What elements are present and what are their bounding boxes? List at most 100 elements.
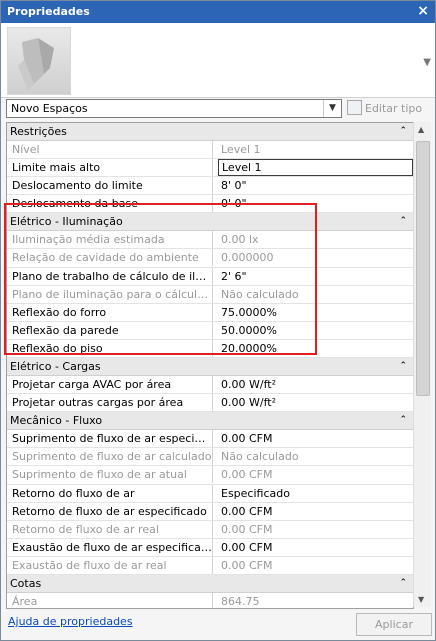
property-row[interactable]: Reflexão da parede 50.0000%: [7, 321, 413, 340]
property-value: Level 1: [221, 143, 261, 156]
title-bar[interactable]: Propriedades ×: [1, 1, 435, 23]
property-value-input[interactable]: Level 1: [218, 159, 413, 177]
property-value[interactable]: 2' 6": [218, 268, 413, 285]
collapse-icon[interactable]: ⌃: [399, 123, 407, 140]
property-row: Suprimento de fluxo de ar calculado Não c…: [7, 448, 413, 467]
property-row: Área 864.75: [7, 592, 413, 608]
group-header[interactable]: Elétrico - Cargas ⌃: [7, 358, 413, 377]
group-label: Elétrico - Cargas: [10, 360, 101, 374]
property-value: 0.00 CFM: [221, 522, 273, 536]
property-row[interactable]: Reflexão do piso 20.0000%: [7, 339, 413, 359]
property-name: Projetar outras cargas por área: [7, 394, 213, 412]
collapse-icon[interactable]: ⌃: [399, 575, 407, 592]
property-name: Exaustão de fluxo de ar real: [7, 556, 213, 574]
property-value[interactable]: 0.00 CFM: [218, 539, 413, 556]
property-row: Retorno de fluxo de ar real 0.00 CFM: [7, 520, 413, 539]
property-value: 864.75: [221, 594, 260, 608]
property-row[interactable]: Exaustão de fluxo de ar especificado 0.00…: [7, 538, 413, 557]
property-name: Retorno do fluxo de ar: [7, 484, 213, 502]
property-value[interactable]: 8' 0": [218, 177, 413, 194]
edit-type-button[interactable]: Editar tipo: [347, 100, 422, 115]
property-name: Deslocamento da base: [7, 195, 213, 213]
property-row[interactable]: Deslocamento do limite 8' 0": [7, 177, 413, 196]
property-name: Reflexão do forro: [7, 303, 213, 321]
property-name: Relação de cavidade do ambiente: [7, 249, 213, 267]
property-value: Não calculado: [221, 450, 299, 464]
property-row[interactable]: Suprimento de fluxo de ar especifica... 0…: [7, 430, 413, 449]
property-row[interactable]: Retorno do fluxo de ar Especificado: [7, 484, 413, 503]
property-row: Nível Level 1: [7, 141, 413, 160]
preview-dropdown-icon[interactable]: ▼: [423, 57, 431, 68]
scroll-up-icon[interactable]: ▲: [418, 125, 424, 134]
property-row: Relação de cavidade do ambiente 0.000000: [7, 249, 413, 268]
group-label: Cotas: [10, 576, 42, 590]
property-name: Nível: [7, 141, 213, 158]
family-thumbnail: [7, 27, 71, 95]
group-label: Restrições: [10, 125, 67, 138]
help-link[interactable]: Ajuda de propriedades: [8, 615, 133, 628]
properties-panel: Propriedades × ▼ Novo Espaços ▼ Editar t…: [0, 0, 436, 641]
type-selector[interactable]: Novo Espaços ▼: [6, 99, 342, 118]
property-name: Deslocamento do limite: [7, 177, 213, 195]
property-row[interactable]: Retorno de fluxo de ar especificado 0.00 …: [7, 502, 413, 521]
group-label: Elétrico - Iluminação: [10, 215, 123, 229]
vertical-scrollbar[interactable]: ▲ ▼: [413, 122, 431, 607]
space-family-icon: [18, 38, 54, 90]
property-value[interactable]: 0' 0": [218, 195, 413, 212]
property-value[interactable]: 20.0000%: [218, 340, 413, 357]
property-value: 0.00 lx: [221, 233, 259, 247]
edit-type-label: Editar tipo: [365, 102, 423, 115]
property-name: Suprimento de fluxo de ar atual: [7, 466, 213, 484]
property-name: Plano de iluminação para o cálculo ...: [7, 285, 213, 303]
group-header[interactable]: Elétrico - Iluminação ⌃: [7, 213, 413, 232]
group-header[interactable]: Cotas ⌃: [7, 574, 413, 593]
collapse-icon[interactable]: ⌃: [399, 358, 407, 375]
property-name: Limite mais alto: [7, 159, 213, 177]
edit-type-icon: [347, 100, 362, 115]
type-preview: ▼: [1, 23, 435, 98]
property-row[interactable]: Projetar carga AVAC por área 0.00 W/ft²: [7, 376, 413, 395]
apply-button[interactable]: Aplicar: [356, 613, 432, 636]
property-value[interactable]: 0.00 W/ft²: [218, 376, 413, 393]
property-name: Plano de trabalho de cálculo de ilum...: [7, 267, 213, 285]
property-name: Reflexão do piso: [7, 339, 213, 357]
collapse-icon[interactable]: ⌃: [399, 412, 407, 429]
property-name: Iluminação média estimada: [7, 231, 213, 249]
group-header[interactable]: Restrições ⌃: [7, 123, 413, 141]
property-row[interactable]: Limite mais alto Level 1: [7, 159, 413, 178]
group-header[interactable]: Mecânico - Fluxo ⌃: [7, 412, 413, 431]
collapse-icon[interactable]: ⌃: [399, 213, 407, 230]
property-row[interactable]: Deslocamento da base 0' 0": [7, 195, 413, 214]
scrollbar-thumb[interactable]: [416, 141, 430, 396]
property-value: 0.00 CFM: [221, 468, 273, 482]
property-value[interactable]: 75.0000%: [218, 304, 413, 321]
properties-grid: Restrições ⌃ Nível Level 1 Limite mais alto L…: [6, 122, 414, 609]
property-name: Área: [7, 592, 213, 608]
property-value[interactable]: 0.00 CFM: [218, 430, 413, 447]
property-value[interactable]: 0.00 CFM: [218, 503, 413, 520]
property-name: Suprimento de fluxo de ar especifica...: [7, 430, 213, 448]
property-row: Suprimento de fluxo de ar atual 0.00 CFM: [7, 466, 413, 485]
group-label: Mecânico - Fluxo: [10, 414, 103, 428]
property-name: Reflexão da parede: [7, 321, 213, 339]
property-name: Projetar carga AVAC por área: [7, 376, 213, 394]
property-row: Iluminação média estimada 0.00 lx: [7, 231, 413, 250]
window-title: Propriedades: [7, 5, 90, 18]
close-icon[interactable]: ×: [417, 3, 429, 19]
type-selector-value: Novo Espaços: [11, 102, 88, 115]
property-row[interactable]: Reflexão do forro 75.0000%: [7, 303, 413, 322]
property-row: Exaustão de fluxo de ar real 0.00 CFM: [7, 556, 413, 575]
property-row[interactable]: Plano de trabalho de cálculo de ilum... 2…: [7, 267, 413, 286]
property-name: Suprimento de fluxo de ar calculado: [7, 448, 213, 466]
property-row[interactable]: Projetar outras cargas por área 0.00 W/ft…: [7, 394, 413, 413]
property-row: Plano de iluminação para o cálculo ... Nã…: [7, 285, 413, 304]
property-name: Retorno de fluxo de ar especificado: [7, 502, 213, 520]
property-value[interactable]: 0.00 W/ft²: [218, 394, 413, 411]
scroll-down-icon[interactable]: ▼: [418, 595, 424, 604]
property-name: Retorno de fluxo de ar real: [7, 520, 213, 538]
property-value: 0.000000: [221, 251, 274, 265]
property-value[interactable]: Especificado: [218, 485, 413, 502]
property-value: 0.00 CFM: [221, 558, 273, 572]
chevron-down-icon[interactable]: ▼: [323, 100, 341, 117]
property-value[interactable]: 50.0000%: [218, 322, 413, 339]
